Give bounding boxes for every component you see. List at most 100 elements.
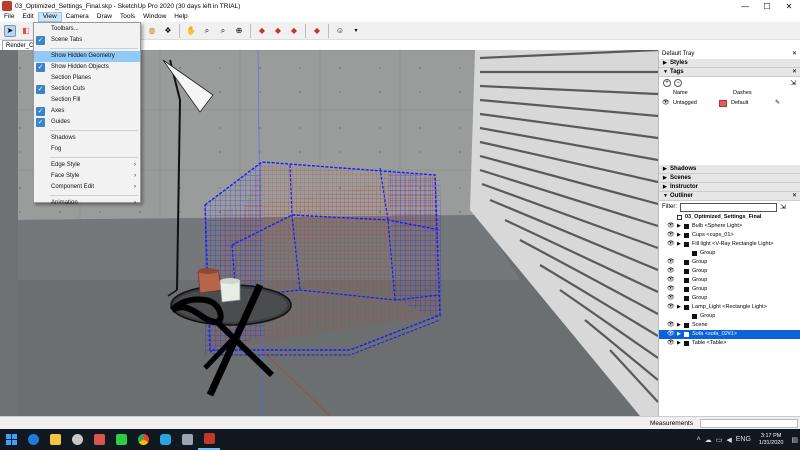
notifications-icon[interactable]: ▤ [791, 436, 798, 444]
panel-outliner[interactable]: ▼ Outliner ✕ [659, 192, 800, 201]
outliner-row[interactable]: 👁 ▶ Scene [659, 321, 800, 330]
outliner-row[interactable]: 👁 ▶ Lamp_Light <Rectangle Light> [659, 303, 800, 312]
select-tool-icon[interactable]: ➤ [4, 24, 16, 37]
menu-tools[interactable]: Tools [116, 12, 139, 22]
outliner-row[interactable]: 👁 Group [659, 267, 800, 276]
panel-close-icon[interactable]: ✕ [792, 68, 797, 77]
eye-icon[interactable]: 👁 [667, 321, 675, 330]
network-icon[interactable]: ▭ [716, 436, 723, 444]
eye-icon[interactable]: 👁 [667, 267, 675, 276]
outliner-row[interactable]: 👁 Group [659, 294, 800, 303]
menu-draw[interactable]: Draw [93, 12, 116, 22]
send-to-layout-icon[interactable]: ◆ [288, 25, 300, 37]
eye-icon[interactable]: 👁 [667, 303, 675, 312]
zoom-tool-icon[interactable]: ⌕ [201, 25, 213, 37]
menu-item-section-fill[interactable]: Section Fill [34, 95, 140, 106]
outliner-row[interactable]: 👁 ▶ Sofa <sofa_02#1> [659, 330, 800, 339]
menu-item-animation[interactable]: Animation › [34, 198, 140, 209]
outliner-row[interactable]: 👁 ▶ Cups <cups_01> [659, 231, 800, 240]
tag-color-swatch[interactable] [719, 99, 727, 107]
panel-tags[interactable]: ▼ Tags ✕ [659, 68, 800, 77]
file-explorer-icon[interactable] [44, 429, 66, 450]
outliner-details-icon[interactable]: ⇲ [780, 203, 786, 211]
warehouse-icon[interactable]: ◆ [256, 25, 268, 37]
expand-triangle-icon[interactable]: ▶ [677, 303, 681, 312]
eye-icon[interactable]: 👁 [667, 294, 675, 303]
eraser-tool-icon[interactable]: ◧ [20, 25, 32, 37]
tag-details-icon[interactable]: ⇲ [790, 79, 796, 87]
folder-app-icon[interactable] [176, 429, 198, 450]
account-icon[interactable]: ☺ [334, 25, 346, 37]
measurements-input[interactable] [700, 419, 798, 428]
panel-close-icon[interactable]: ✕ [792, 192, 797, 201]
expand-triangle-icon[interactable]: ▶ [677, 321, 681, 330]
eye-icon[interactable]: 👁 [667, 339, 675, 348]
pencil-icon[interactable]: ✎ [775, 98, 780, 108]
language-indicator[interactable]: ENG [736, 436, 751, 443]
menu-edit[interactable]: Edit [18, 12, 37, 22]
menu-item-face-style[interactable]: Face Style › [34, 171, 140, 182]
panel-scenes[interactable]: ▶ Scenes [659, 174, 800, 183]
walk-tool-icon[interactable]: ❖ [162, 25, 174, 37]
eye-icon[interactable]: 👁 [667, 222, 675, 231]
line-app-icon[interactable] [110, 429, 132, 450]
menu-item-component-edit[interactable]: Component Edit › [34, 182, 140, 193]
outliner-row[interactable]: 👁 ▶ Bulb <Sphere Light> [659, 222, 800, 231]
sketchup-taskbar-icon[interactable] [198, 429, 220, 450]
menu-item-section-planes[interactable]: Section Planes [34, 73, 140, 84]
panel-styles[interactable]: ▶ Styles [659, 59, 800, 68]
outliner-row[interactable]: 👁 ▶ Table <Table> [659, 339, 800, 348]
zoom-window-icon[interactable]: ⌕ [217, 25, 229, 37]
expand-triangle-icon[interactable]: ▶ [677, 339, 681, 348]
tray-close-icon[interactable]: ✕ [792, 50, 797, 59]
chevron-up-icon[interactable]: ˄ [697, 436, 701, 443]
outliner-root[interactable]: 03_Optimized_Settings_Final [659, 213, 800, 222]
close-button[interactable]: ✕ [778, 0, 800, 12]
menu-item-scene-tabs[interactable]: ✓ Scene Tabs [34, 35, 140, 46]
menu-item-toolbars[interactable]: Toolbars... [34, 24, 140, 35]
add-tag-icon[interactable]: + [663, 79, 671, 87]
eye-icon[interactable]: 👁 [667, 258, 675, 267]
chrome-icon[interactable] [132, 429, 154, 450]
menu-window[interactable]: Window [139, 12, 170, 22]
menu-item-show-hidden-objects[interactable]: ✓ Show Hidden Objects [34, 62, 140, 73]
tag-row-untagged[interactable]: 👁 Untagged Default ✎ [659, 98, 800, 108]
edge-browser-icon[interactable] [22, 429, 44, 450]
expand-triangle-icon[interactable]: ▶ [677, 222, 681, 231]
menu-item-axes[interactable]: ✓ Axes [34, 106, 140, 117]
system-clock[interactable]: 3:17 PM 1/31/2020 [759, 433, 783, 447]
skype-icon[interactable] [154, 429, 176, 450]
outliner-row[interactable]: 👁 ▶ Fill light <V-Ray Rectangle Light> [659, 240, 800, 249]
eye-icon[interactable]: 👁 [667, 285, 675, 294]
expand-triangle-icon[interactable]: ▶ [677, 231, 681, 240]
zoom-extents-icon[interactable]: ⊕ [233, 25, 245, 37]
outliner-row[interactable]: 👁 Group [659, 258, 800, 267]
expand-triangle-icon[interactable]: ▶ [677, 330, 681, 339]
eye-icon[interactable]: 👁 [667, 240, 675, 249]
volume-icon[interactable]: ◀ [726, 436, 731, 444]
delete-tag-icon[interactable]: − [674, 79, 682, 87]
menu-item-show-hidden-geometry[interactable]: Show Hidden Geometry [34, 51, 140, 62]
minimize-button[interactable]: — [734, 0, 756, 12]
filter-input[interactable] [680, 202, 777, 212]
menu-help[interactable]: Help [170, 12, 191, 22]
panel-instructor[interactable]: ▶ Instructor [659, 183, 800, 192]
eye-icon[interactable]: 👁 [667, 231, 675, 240]
paint-bucket-icon[interactable]: ◍ [146, 25, 158, 37]
pan-tool-icon[interactable]: ✋ [185, 25, 197, 37]
eye-icon[interactable]: 👁 [667, 276, 675, 285]
windows-start-icon[interactable] [0, 429, 22, 450]
outliner-row[interactable]: Group [659, 312, 800, 321]
extension-manager-icon[interactable]: ◆ [311, 25, 323, 37]
menu-item-fog[interactable]: Fog [34, 144, 140, 155]
menu-item-edge-style[interactable]: Edge Style › [34, 160, 140, 171]
maximize-button[interactable]: ☐ [756, 0, 778, 12]
menu-item-guides[interactable]: ✓ Guides [34, 117, 140, 128]
extension-warehouse-icon[interactable]: ◆ [272, 25, 284, 37]
menu-view[interactable]: View [37, 12, 62, 22]
eye-icon[interactable]: 👁 [659, 98, 673, 108]
menu-file[interactable]: File [0, 12, 18, 22]
chevron-down-icon[interactable]: ▾ [350, 25, 362, 37]
calculator-icon[interactable] [88, 429, 110, 450]
eye-icon[interactable]: 👁 [667, 330, 675, 339]
